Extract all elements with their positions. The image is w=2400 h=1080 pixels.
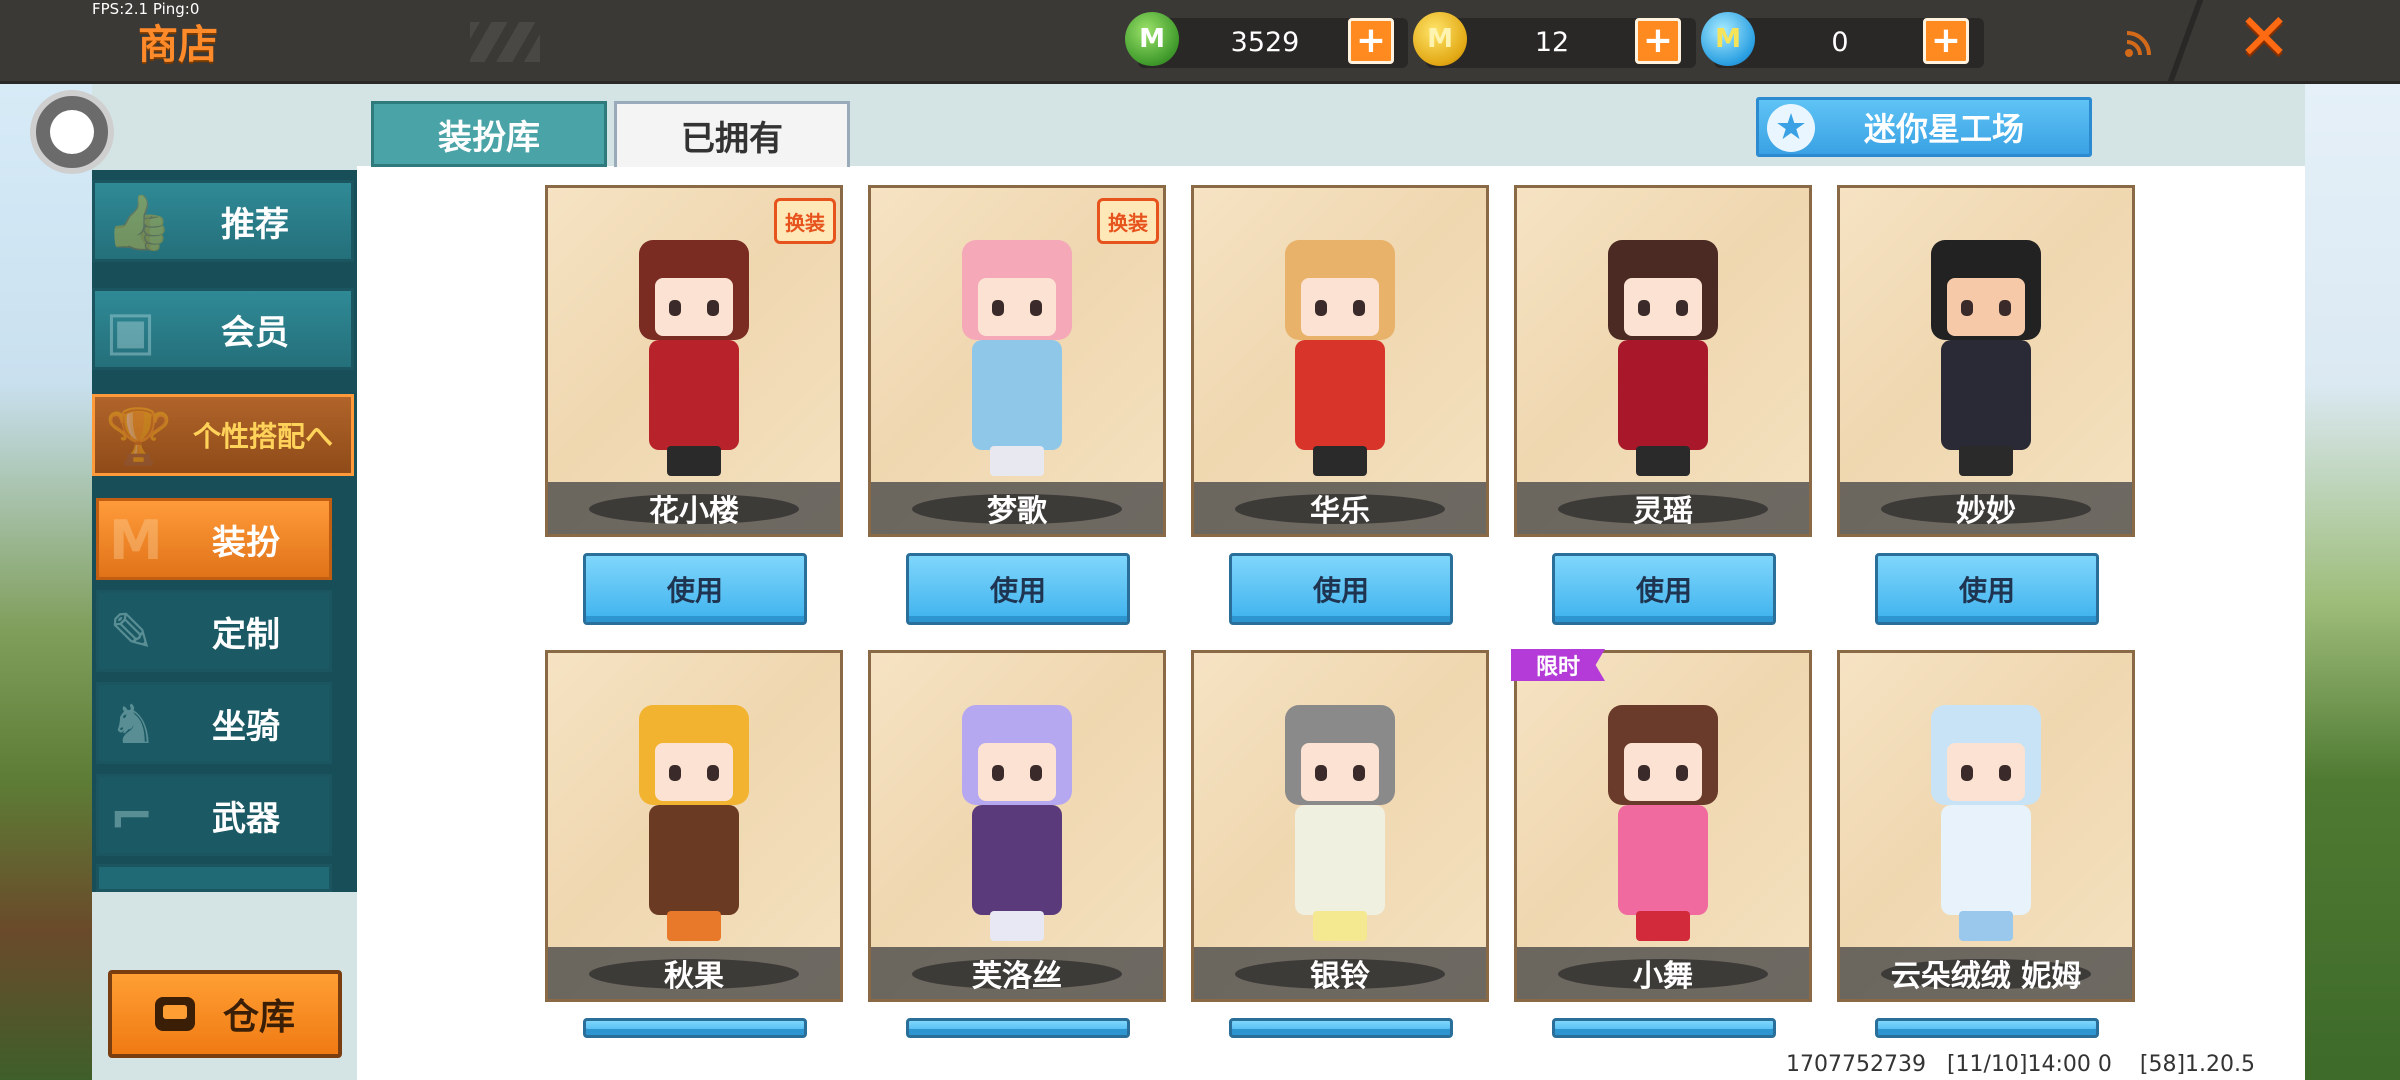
use-button[interactable] [1552,1018,1776,1038]
page-title: 商店 [138,22,218,68]
outfit-name: 小舞 [1517,947,1809,999]
character-figure [619,685,769,945]
outfit-name: 华乐 [1194,482,1486,534]
outfit-card[interactable]: 妙妙 [1837,185,2135,537]
add-blue-currency-button[interactable]: + [1923,18,1969,64]
trophy-icon: 🏆 [105,405,173,468]
sidebar-item-label: 个性搭配へ [192,420,333,453]
outfit-name: 妙妙 [1840,482,2132,534]
outfit-name: 花小楼 [548,482,840,534]
sidebar-item-recommend[interactable]: 👍 推荐 [92,180,354,262]
sidebar-item-label: 坐骑 [212,706,280,747]
sidebar-item-label: 装扮 [212,522,280,563]
warehouse-label: 仓库 [222,997,295,1038]
background-left [0,84,100,1080]
character-figure [619,220,769,480]
use-button[interactable]: 使用 [583,553,807,625]
add-green-currency-button[interactable]: + [1348,18,1394,64]
dress-up-badge: 换装 [1097,198,1159,244]
character-figure [1911,685,2061,945]
sidebar-item-weapon[interactable]: ⌐ 武器 [96,774,332,856]
outfit-name: 梦歌 [871,482,1163,534]
currency-blue-value: 0 [1831,27,1849,58]
background-right [2305,84,2400,1080]
character-figure [942,685,1092,945]
sidebar-item-label: 会员 [221,312,289,353]
outfit-name: 云朵绒绒 妮姆 [1840,947,2132,999]
outfit-card[interactable]: 云朵绒绒 妮姆 [1837,650,2135,1002]
top-bar: FPS:2.1 Ping:0 商店 M 3529 + M 12 + M 0 + … [0,0,2400,84]
sidebar-header [92,84,357,170]
member-card-icon: ▣ [105,299,157,362]
outfit-name: 秋果 [548,947,840,999]
mount-icon: ♞ [109,693,158,756]
sidebar-item-outfit[interactable]: M 装扮 [96,498,332,580]
character-figure [1265,685,1415,945]
outfit-name: 银铃 [1194,947,1486,999]
gold-m-coin-icon: M [1413,12,1467,66]
top-divider [2166,0,2204,84]
decorative-stripes [470,22,540,62]
star-icon: ★ [1767,104,1815,152]
currency-green-value: 3529 [1230,27,1300,58]
use-button[interactable]: 使用 [906,553,1130,625]
use-button[interactable] [906,1018,1130,1038]
outfit-card[interactable]: 换装 梦歌 [868,185,1166,537]
character-figure [1588,220,1738,480]
character-figure [1588,685,1738,945]
signal-icon [2125,31,2151,57]
shirt-icon: M [109,509,163,572]
gun-icon: ⌐ [109,785,155,848]
outfit-card[interactable]: 秋果 [545,650,843,1002]
outfit-card[interactable]: 华乐 [1191,185,1489,537]
mini-workshop-label: 迷你星工场 [1863,110,2024,148]
mini-workshop-button[interactable]: ★ 迷你星工场 [1756,97,2092,157]
tab-owned[interactable]: 已拥有 [614,101,850,167]
sidebar-item-custom[interactable]: ✎ 定制 [96,590,332,672]
circle-inner [50,110,94,154]
green-gem-coin-icon: M [1125,12,1179,66]
sidebar-item-mount[interactable]: ♞ 坐骑 [96,682,332,764]
menu-circle-button[interactable] [30,90,114,174]
warehouse-button[interactable]: 仓库 [108,970,342,1058]
blue-m-coin-icon: M [1701,12,1755,66]
character-figure [1911,220,2061,480]
sidebar-scroll-hint [96,864,332,892]
use-button[interactable] [1229,1018,1453,1038]
outfit-card[interactable]: 银铃 [1191,650,1489,1002]
tab-outfit-library[interactable]: 装扮库 [371,101,607,167]
outfit-card[interactable]: 换装 花小楼 [545,185,843,537]
thumbs-up-icon: 👍 [105,191,173,254]
outfit-card[interactable]: 芙洛丝 [868,650,1166,1002]
use-button[interactable]: 使用 [1229,553,1453,625]
dress-up-badge: 换装 [774,198,836,244]
sidebar-item-personal-style[interactable]: 🏆 个性搭配へ [92,394,354,476]
sidebar-item-label: 定制 [212,614,280,655]
character-figure [942,220,1092,480]
outfit-name: 灵瑶 [1517,482,1809,534]
chest-icon [154,997,195,1031]
outfit-card[interactable]: 限时 小舞 [1511,649,1812,1002]
use-button[interactable]: 使用 [1875,553,2099,625]
use-button[interactable] [583,1018,807,1038]
pencil-icon: ✎ [109,601,155,664]
add-gold-currency-button[interactable]: + [1635,18,1681,64]
limited-time-badge: 限时 [1511,649,1605,681]
character-figure [1265,220,1415,480]
sidebar-item-member[interactable]: ▣ 会员 [92,288,354,370]
use-button[interactable] [1875,1018,2099,1038]
version-info: 1707752739 [11/10]14:00 0 [58]1.20.5 [1786,1052,2256,1077]
currency-gold-value: 12 [1534,27,1570,58]
sidebar-item-label: 推荐 [221,204,289,245]
use-button[interactable]: 使用 [1552,553,1776,625]
close-icon[interactable]: ✕ [2232,1,2296,75]
outfit-card[interactable]: 灵瑶 [1514,185,1812,537]
sidebar-item-label: 武器 [212,798,280,839]
outfit-name: 芙洛丝 [871,947,1163,999]
